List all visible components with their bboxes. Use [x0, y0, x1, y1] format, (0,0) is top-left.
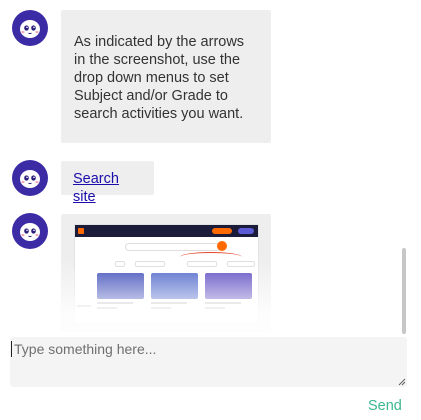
- scrollbar[interactable]: [402, 248, 406, 334]
- text-caret: [11, 341, 12, 357]
- list-item: [97, 273, 144, 321]
- search-icon: [217, 241, 227, 251]
- resize-handle-icon[interactable]: [398, 378, 406, 386]
- list-item: [205, 273, 252, 321]
- thumbnail-search-bar: [125, 243, 221, 251]
- website-screenshot-thumbnail[interactable]: [74, 224, 259, 324]
- message-bubble: Search site: [61, 161, 154, 205]
- message-text: As indicated by the arrows in the screen…: [74, 34, 245, 122]
- list-item: [151, 273, 198, 321]
- thumbnail-header: [75, 225, 258, 237]
- message-bubble: [61, 214, 271, 332]
- message-bubble: As indicated by the arrows in the screen…: [61, 10, 271, 143]
- bot-avatar-icon: [12, 213, 48, 249]
- message-input[interactable]: [10, 337, 407, 387]
- bot-avatar-icon: [12, 10, 48, 46]
- bot-avatar-icon: [12, 160, 48, 196]
- logo-icon: [78, 228, 84, 234]
- search-site-link[interactable]: Search site: [73, 171, 119, 205]
- message-input-container: [10, 337, 407, 387]
- thumbnail-filters: [115, 261, 255, 267]
- send-button[interactable]: Send: [368, 398, 402, 414]
